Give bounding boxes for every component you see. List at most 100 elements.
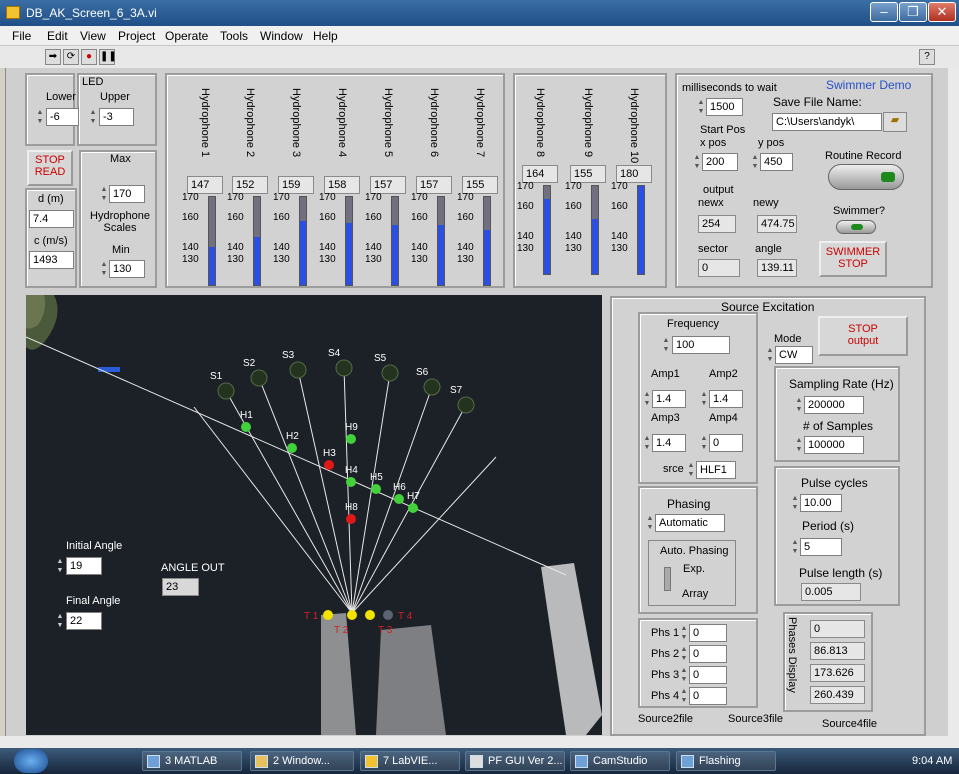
hydrophone-scale-tick: 140 xyxy=(457,242,474,253)
scale-max-spinner-icon[interactable]: ▲ ▼ xyxy=(100,185,108,203)
phs-input-4[interactable]: 0 xyxy=(689,687,727,705)
amp2-spinner-icon[interactable]: ▲ ▼ xyxy=(700,390,708,408)
source4file-label: Source4file xyxy=(822,718,878,730)
d-input[interactable]: 7.4 xyxy=(29,210,74,228)
amp3-label: Amp3 xyxy=(651,412,680,424)
task-pf-gui[interactable]: PF GUI Ver 2... xyxy=(465,751,565,771)
amp4-input[interactable]: 0 xyxy=(709,434,743,452)
ms-spinner-icon[interactable]: ▲ ▼ xyxy=(697,98,705,116)
phs-spinner-icon[interactable]: ▲ ▼ xyxy=(680,645,688,663)
srce-select[interactable]: HLF1 xyxy=(696,461,736,479)
hydrophone-scale-tick: 140 xyxy=(365,242,382,253)
mode-select[interactable]: CW xyxy=(775,346,813,364)
led-upper-spinner-icon[interactable]: ▲ ▼ xyxy=(89,108,97,126)
ms-wait-input[interactable]: 1500 xyxy=(706,98,743,116)
sampling-rate-spinner-icon[interactable]: ▲ ▼ xyxy=(795,396,803,414)
newx-value: 254 xyxy=(698,215,736,233)
run-continuously-icon[interactable]: ⟳ xyxy=(63,49,79,65)
mode-spinner-icon[interactable]: ▲ ▼ xyxy=(766,346,774,364)
srce-spinner-icon[interactable]: ▲ ▼ xyxy=(687,461,695,479)
scale-min-input[interactable]: 130 xyxy=(109,260,145,278)
task-flashing[interactable]: Flashing xyxy=(676,751,776,771)
pulse-cycles-input[interactable]: 10.00 xyxy=(800,494,842,512)
stop-output-button[interactable]: STOP output xyxy=(818,316,908,356)
transducer-label-4: T 4 xyxy=(398,611,413,622)
led-upper-input[interactable]: -3 xyxy=(99,108,134,126)
phs-label-1: Phs 1 xyxy=(651,627,680,639)
maximize-button[interactable]: ❐ xyxy=(899,2,927,22)
phs-input-3[interactable]: 0 xyxy=(689,666,727,684)
pulse-cycles-spinner-icon[interactable]: ▲ ▼ xyxy=(791,494,799,512)
period-input[interactable]: 5 xyxy=(800,538,842,556)
hydrophone-scale-tick: 170 xyxy=(565,181,582,192)
phase-value-1: 0 xyxy=(810,620,865,638)
c-input[interactable]: 1493 xyxy=(29,251,74,269)
sampling-rate-input[interactable]: 200000 xyxy=(804,396,864,414)
amp3-spinner-icon[interactable]: ▲ ▼ xyxy=(643,434,651,452)
num-samples-input[interactable]: 100000 xyxy=(804,436,864,454)
menu-file[interactable]: File xyxy=(12,29,31,43)
stop-read-button[interactable]: STOP READ xyxy=(27,150,73,186)
initial-angle-spinner-icon[interactable]: ▲ ▼ xyxy=(56,557,64,575)
initial-angle-input[interactable]: 19 xyxy=(66,557,102,575)
final-angle-input[interactable]: 22 xyxy=(66,612,102,630)
period-spinner-icon[interactable]: ▲ ▼ xyxy=(791,538,799,556)
auto-phasing-switch[interactable] xyxy=(664,567,671,591)
final-angle-spinner-icon[interactable]: ▲ ▼ xyxy=(56,612,64,630)
run-arrow-icon[interactable]: ➡ xyxy=(45,49,61,65)
save-file-input[interactable]: C:\Users\andyk\ xyxy=(772,113,882,131)
ypos-input[interactable]: 450 xyxy=(760,153,793,171)
phs-spinner-icon[interactable]: ▲ ▼ xyxy=(680,624,688,642)
menu-operate[interactable]: Operate xyxy=(165,29,208,43)
hydrophone-scale-tick: 170 xyxy=(411,192,428,203)
hydrophone-tank-7 xyxy=(483,196,491,286)
phs-input-1[interactable]: 0 xyxy=(689,624,727,642)
browse-folder-icon[interactable]: ▰ xyxy=(883,112,907,132)
led-lower-spinner-icon[interactable]: ▲ ▼ xyxy=(36,108,44,126)
minimize-button[interactable]: – xyxy=(870,2,898,22)
menu-edit[interactable]: Edit xyxy=(47,29,68,43)
phs-spinner-icon[interactable]: ▲ ▼ xyxy=(680,687,688,705)
amp2-input[interactable]: 1.4 xyxy=(709,390,743,408)
menu-window[interactable]: Window xyxy=(260,29,303,43)
phs-spinner-icon[interactable]: ▲ ▼ xyxy=(680,666,688,684)
task-matlab[interactable]: 3 MATLAB xyxy=(142,751,242,771)
amp3-input[interactable]: 1.4 xyxy=(652,434,686,452)
task-windows[interactable]: 2 Window... xyxy=(250,751,354,771)
vertical-scrollbar[interactable] xyxy=(948,68,959,738)
frequency-input[interactable]: 100 xyxy=(672,336,730,354)
task-labview[interactable]: 7 LabVIE... xyxy=(360,751,460,771)
phs-input-2[interactable]: 0 xyxy=(689,645,727,663)
hydrophone-scale-tick: 130 xyxy=(611,243,628,254)
close-button[interactable]: ✕ xyxy=(928,2,956,22)
amp1-input[interactable]: 1.4 xyxy=(652,390,686,408)
led-lower-input[interactable]: -6 xyxy=(46,108,79,126)
pause-icon[interactable]: ❚❚ xyxy=(99,49,117,65)
amp1-spinner-icon[interactable]: ▲ ▼ xyxy=(643,390,651,408)
amp4-spinner-icon[interactable]: ▲ ▼ xyxy=(700,434,708,452)
phasing-select[interactable]: Automatic xyxy=(655,514,725,532)
num-samples-spinner-icon[interactable]: ▲ ▼ xyxy=(795,436,803,454)
horizontal-scrollbar[interactable] xyxy=(0,736,959,748)
menu-view[interactable]: View xyxy=(80,29,106,43)
menu-help[interactable]: Help xyxy=(313,29,338,43)
scale-max-input[interactable]: 170 xyxy=(109,185,145,203)
frequency-spinner-icon[interactable]: ▲ ▼ xyxy=(662,336,670,354)
phasing-spinner-icon[interactable]: ▲ ▼ xyxy=(646,514,654,532)
hydrophone-scale-tick: 130 xyxy=(457,254,474,265)
context-help-icon[interactable]: ? xyxy=(919,49,935,65)
ypos-spinner-icon[interactable]: ▲ ▼ xyxy=(751,153,759,171)
scale-min-spinner-icon[interactable]: ▲ ▼ xyxy=(100,260,108,278)
abort-icon[interactable]: ● xyxy=(81,49,97,65)
task-camstudio[interactable]: CamStudio xyxy=(570,751,670,771)
menu-tools[interactable]: Tools xyxy=(220,29,248,43)
swimmer-toggle[interactable] xyxy=(836,220,876,234)
start-button-icon[interactable] xyxy=(14,749,48,773)
routine-record-toggle[interactable] xyxy=(828,164,904,190)
swimmer-stop-button[interactable]: SWIMMER STOP xyxy=(819,241,887,277)
xpos-spinner-icon[interactable]: ▲ ▼ xyxy=(693,153,701,171)
xpos-input[interactable]: 200 xyxy=(702,153,738,171)
hydrophone-label-3: Hydrophone 3 xyxy=(290,88,302,158)
toolbar: ➡ ⟳ ● ❚❚ ? xyxy=(0,46,959,68)
menu-project[interactable]: Project xyxy=(118,29,155,43)
